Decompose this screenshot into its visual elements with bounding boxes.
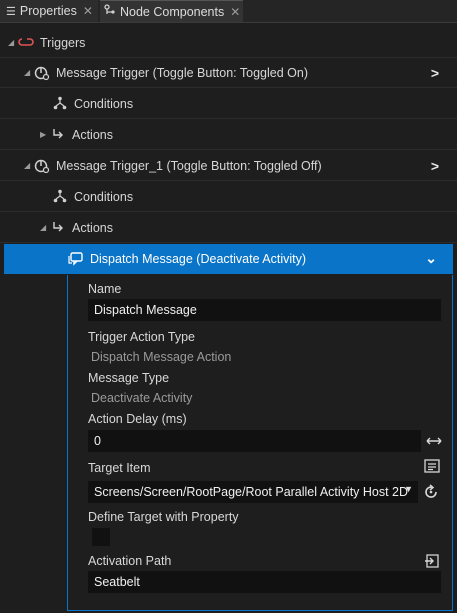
- select-activity-icon[interactable]: [423, 553, 441, 571]
- close-icon[interactable]: ✕: [230, 5, 240, 19]
- activation-path-field[interactable]: Seatbelt: [88, 571, 441, 593]
- tree-item-label: Message Trigger_1 (Toggle Button: Toggle…: [56, 158, 322, 173]
- drag-value-icon[interactable]: [425, 433, 443, 449]
- expand-triangle-icon[interactable]: ◢: [24, 68, 34, 77]
- message-trigger-icon: [34, 65, 50, 81]
- tab-node-components-label: Node Components: [120, 4, 225, 19]
- tree-item-label: Conditions: [74, 189, 134, 204]
- actions-icon: [50, 220, 66, 236]
- chevron-down-icon[interactable]: ⌄: [425, 250, 437, 267]
- name-label: Name: [88, 282, 122, 296]
- tree-item-conditions[interactable]: Conditions: [0, 182, 457, 212]
- tree-item-label: Conditions: [74, 96, 134, 111]
- conditions-icon: [52, 96, 68, 112]
- tree-item-message-trigger-1[interactable]: ◢ Message Trigger_1 (Toggle Button: Togg…: [0, 151, 457, 181]
- conditions-icon: [52, 189, 68, 205]
- chevron-right-icon[interactable]: >: [431, 65, 439, 81]
- tree-item-label: Triggers: [40, 35, 86, 50]
- tree-item-label: Actions: [72, 127, 113, 142]
- dropdown-arrow-icon: ▼: [404, 484, 413, 494]
- tree-item-label: Dispatch Message (Deactivate Activity): [90, 252, 307, 266]
- tree-item-conditions[interactable]: Conditions: [0, 89, 457, 119]
- close-icon[interactable]: ✕: [83, 4, 93, 18]
- target-item-value: Screens/Screen/RootPage/Root Parallel Ac…: [94, 485, 409, 499]
- message-type-value: Deactivate Activity: [91, 391, 193, 405]
- tree-item-actions[interactable]: ▶ Actions: [0, 120, 457, 150]
- name-field[interactable]: Dispatch Message: [88, 299, 441, 321]
- target-item-label: Target Item: [88, 461, 151, 475]
- open-item-picker-icon[interactable]: [423, 459, 441, 477]
- tree-item-triggers[interactable]: ◢ Triggers: [0, 28, 457, 58]
- message-type-label: Message Type: [88, 371, 170, 385]
- tab-properties-label: Properties: [19, 4, 77, 18]
- node-components-icon: [104, 4, 116, 19]
- dispatch-message-icon: [68, 251, 84, 267]
- actions-icon: [50, 127, 66, 143]
- triggers-icon: [18, 35, 34, 51]
- tab-node-components[interactable]: Node Components ✕: [100, 0, 243, 22]
- tab-bar: ☰ Properties ✕ Node Components ✕: [0, 0, 457, 23]
- expand-triangle-icon[interactable]: ◢: [8, 38, 18, 47]
- target-item-dropdown[interactable]: Screens/Screen/RootPage/Root Parallel Ac…: [88, 481, 418, 503]
- define-target-label: Define Target with Property: [88, 510, 239, 524]
- trigger-action-type-value: Dispatch Message Action: [91, 350, 232, 364]
- expand-triangle-icon[interactable]: ◢: [24, 161, 34, 170]
- define-target-checkbox[interactable]: [92, 528, 110, 546]
- reset-target-icon[interactable]: [423, 484, 439, 500]
- tree-item-message-trigger[interactable]: ◢ Message Trigger (Toggle Button: Toggle…: [0, 58, 457, 88]
- trigger-action-type-label: Trigger Action Type: [88, 330, 196, 344]
- tab-properties[interactable]: ☰ Properties ✕: [0, 0, 98, 22]
- activation-path-label: Activation Path: [88, 554, 172, 568]
- chevron-right-icon[interactable]: >: [431, 158, 439, 174]
- list-icon: ☰: [6, 5, 16, 18]
- tree-item-actions[interactable]: ◢ Actions: [0, 213, 457, 243]
- action-delay-label: Action Delay (ms): [88, 412, 187, 426]
- message-trigger-icon: [34, 158, 50, 174]
- tree-item-label: Message Trigger (Toggle Button: Toggled …: [56, 65, 308, 80]
- action-delay-field[interactable]: 0: [88, 430, 421, 452]
- tree-item-label: Actions: [72, 220, 113, 235]
- tree-item-dispatch-message[interactable]: Dispatch Message (Deactivate Activity) ⌄: [4, 244, 453, 274]
- expand-triangle-icon[interactable]: ◢: [40, 223, 50, 232]
- collapsed-triangle-icon[interactable]: ▶: [40, 130, 50, 139]
